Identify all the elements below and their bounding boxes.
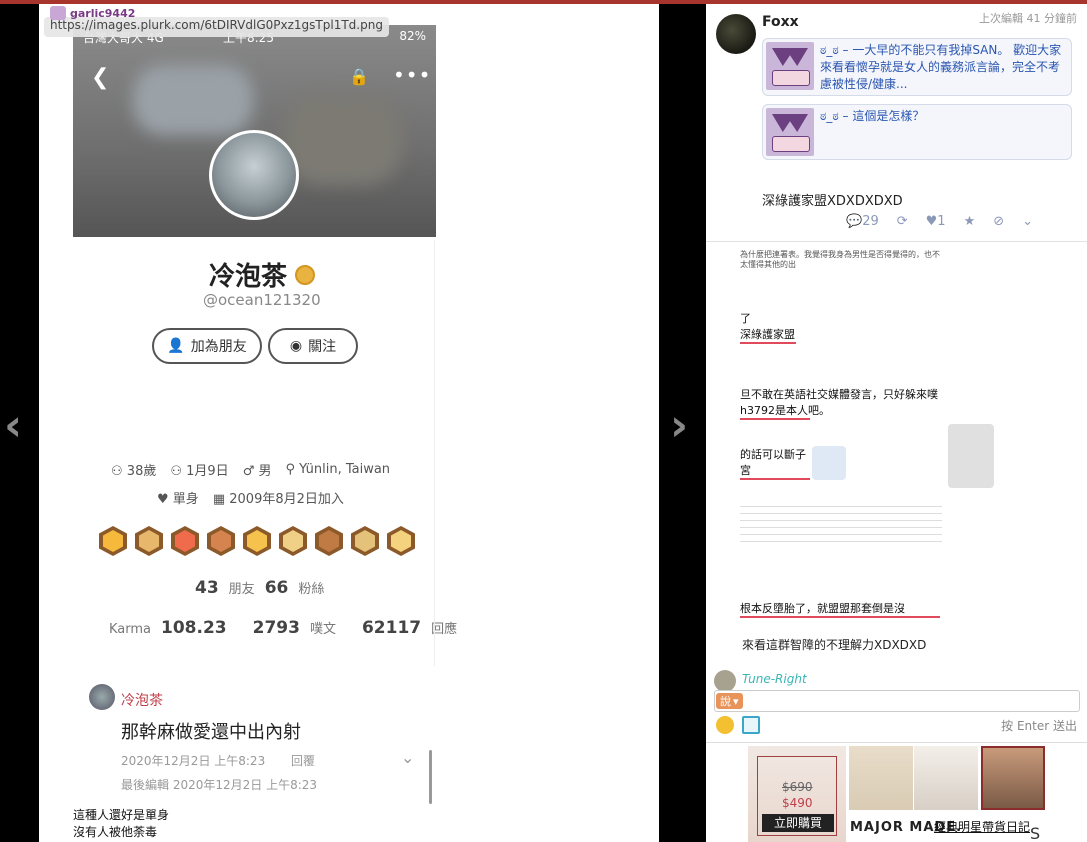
- karma-stats: Karma 108.23 2793 噗文 62117 回應: [109, 618, 458, 638]
- verified-badge-icon: [295, 264, 316, 285]
- link-card[interactable]: ಠ_ಠ – 一大早的不能只有我掉SAN。 歡迎大家來看看懷孕就是女人的義務派言論…: [762, 38, 1072, 96]
- comment-count-button[interactable]: 💬29: [846, 214, 879, 229]
- location-pin-icon: ⚲: [285, 462, 296, 477]
- heart-icon: ♥: [925, 214, 938, 229]
- back-arrow-icon: ❮: [91, 65, 110, 90]
- buy-now-button[interactable]: 立即購買: [762, 814, 834, 832]
- mute-icon[interactable]: ⊘: [993, 214, 1004, 229]
- badge-icon: [315, 526, 343, 556]
- image-url[interactable]: https://images.plurk.com/6tDIRVdlG0Pxz1g…: [44, 17, 389, 37]
- prev-image-button[interactable]: ‹: [4, 400, 22, 451]
- screenshot-snippet: 的話可以斷子宮: [740, 446, 810, 480]
- badge-icon: [387, 526, 415, 556]
- badge-icon: [243, 526, 271, 556]
- next-image-button[interactable]: ›: [670, 400, 688, 451]
- like-button[interactable]: ♥1: [926, 214, 946, 229]
- mask-thumbnail-icon: [766, 42, 814, 90]
- badge-icon: [171, 526, 199, 556]
- caret-down-icon: ▾: [733, 694, 739, 708]
- screenshot-snippet: h3792是本人吧。: [740, 402, 942, 420]
- reply-avatar[interactable]: [714, 670, 736, 692]
- profile-avatar: [209, 130, 299, 220]
- post-actions: 💬29 ⟳ ♥1 ★ ⊘ ⌄: [846, 214, 1033, 229]
- male-icon: ♂: [242, 464, 255, 479]
- badge-icon: [99, 526, 127, 556]
- uploader-tag[interactable]: garlic9442: [50, 6, 135, 20]
- birthday-icon: ⚇: [170, 464, 182, 479]
- ad-image[interactable]: [849, 746, 913, 810]
- user-icon: [50, 6, 66, 20]
- edit-time: 上次編輯 41 分鐘前: [979, 12, 1077, 25]
- link-card[interactable]: ಠ_ಠ – 這個是怎樣？: [762, 104, 1072, 160]
- chevron-down-icon[interactable]: ⌄: [1022, 214, 1033, 229]
- profile-handle: @ocean121320: [203, 291, 321, 309]
- reply-text: 來看這群智障的不理解力XDXDXD: [742, 638, 927, 652]
- reply-nickname[interactable]: Tune-Right: [742, 672, 807, 686]
- heart-icon: ♥: [157, 492, 169, 507]
- ad-link[interactable]: 經典明星帶貨日記: [934, 818, 1030, 835]
- follow-button[interactable]: ◉ 關注: [268, 328, 358, 364]
- plurk-panel: Foxx 上次編輯 41 分鐘前 ಠ_ಠ – 一大早的不能只有我掉SAN。 歡迎…: [706, 4, 1087, 842]
- comment-author: 冷泡茶: [121, 693, 163, 709]
- screenshot-snippet: [740, 500, 942, 548]
- screenshot-snippet: 深綠護家盟: [740, 326, 942, 344]
- ad-image[interactable]: [914, 746, 978, 810]
- badge-icon: [351, 526, 379, 556]
- emoji-icon[interactable]: [716, 716, 734, 734]
- comment-avatar: [89, 684, 115, 710]
- thumbnail-image[interactable]: [948, 424, 994, 488]
- caption-text: 這種人還好是單身 沒有人被他荼毒: [73, 808, 170, 839]
- replurk-icon[interactable]: ⟳: [897, 214, 908, 229]
- star-icon[interactable]: ★: [964, 214, 976, 229]
- comment-text: 那幹麻做愛還中出內射: [121, 722, 301, 743]
- ad-price-old: $690: [782, 780, 813, 794]
- comment-last-edit: 最後編輯 2020年12月2日 上午8:23: [121, 778, 318, 792]
- chevron-down-icon: ⌄: [401, 748, 415, 767]
- friends-fans-counts: 43 朋友 66 粉絲: [195, 578, 325, 598]
- ad-image[interactable]: [981, 746, 1045, 810]
- mask-thumbnail-icon: [766, 108, 814, 156]
- ad-price-new: $490: [782, 796, 813, 810]
- comment-timestamp: 2020年12月2日 上午8:23 回覆: [121, 754, 316, 768]
- person-icon: 👤: [167, 338, 185, 354]
- ad-trail: S: [1030, 824, 1041, 842]
- calendar-icon: ▦: [212, 492, 226, 507]
- badge-icon: [207, 526, 235, 556]
- badge-icon: [279, 526, 307, 556]
- speech-bubble-icon: 💬: [846, 214, 863, 229]
- qualifier-dropdown[interactable]: 說 ▾: [716, 693, 743, 709]
- image-viewer: 台灣大哥大 4G 上午8:25 82% ❮ 🔒 ••• https://imag…: [39, 4, 659, 842]
- add-friend-button[interactable]: 👤 加為朋友: [152, 328, 262, 364]
- enter-hint: 按 Enter 送出: [1001, 719, 1077, 733]
- screenshot-snippet: 根本反墮胎了，就盟盟那套倒是沒: [740, 600, 942, 618]
- achievement-badges: [99, 526, 415, 556]
- author-name[interactable]: Foxx: [762, 14, 799, 30]
- eye-icon: ◉: [289, 338, 303, 354]
- profile-info-row-2: ♥ 單身 ▦ 2009年8月2日加入: [157, 492, 344, 507]
- cake-icon: ⚇: [111, 464, 123, 479]
- lock-icon: 🔒: [349, 67, 369, 86]
- profile-name: 冷泡茶: [209, 256, 316, 293]
- post-text: 深綠護家盟XDXDXDXD: [762, 194, 903, 209]
- reply-input[interactable]: 說 ▾: [714, 690, 1080, 712]
- profile-info-row-1: ⚇ 38歲 ⚇ 1月9日 ♂ 男 ⚲ Yünlin, Taiwan: [111, 462, 391, 479]
- image-upload-icon[interactable]: [742, 716, 760, 734]
- badge-icon: [135, 526, 163, 556]
- author-avatar[interactable]: [716, 14, 756, 54]
- phone-battery: 82%: [399, 29, 426, 43]
- screenshot-snippet: 了: [740, 310, 942, 326]
- penguin-image[interactable]: [812, 446, 846, 480]
- scrollbar[interactable]: [429, 750, 432, 804]
- screenshot-snippet: 為什麼把連署表。我覺得我身為男性是否得覺得的，也不太懂得其他的出: [740, 250, 942, 280]
- more-dots-icon: •••: [393, 63, 432, 87]
